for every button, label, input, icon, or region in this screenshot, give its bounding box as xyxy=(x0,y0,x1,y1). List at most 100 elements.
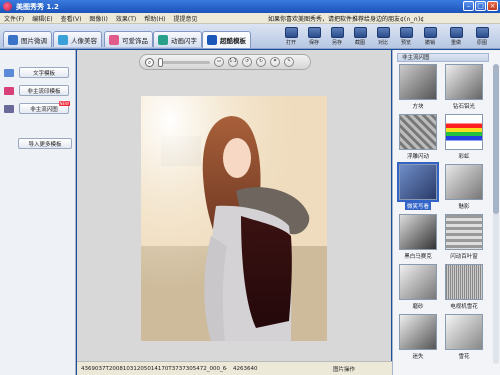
effect-item[interactable]: 钻石铝光 xyxy=(443,64,485,113)
text-template-icon xyxy=(4,68,14,77)
tab-portrait[interactable]: 人像美容 xyxy=(53,31,102,47)
zoom-slider-thumb[interactable] xyxy=(158,57,163,67)
effect-item[interactable]: 磨砂 xyxy=(397,264,439,313)
tab-image-adjust[interactable]: 图片微调 xyxy=(3,31,52,47)
zoom-toolbar: ⌕ ▭ 1:1 ↺ ↻ ⌗ ✎ xyxy=(139,54,311,70)
zoom-icon[interactable]: ⌕ xyxy=(145,57,154,67)
effect-thumbnail xyxy=(399,214,437,250)
tab-templates[interactable]: 超酷模板 xyxy=(202,31,251,48)
menu-view[interactable]: 查看(V) xyxy=(57,14,86,23)
effect-thumbnail xyxy=(399,314,437,350)
tab-label: 图片微调 xyxy=(21,36,47,45)
effect-thumbnail xyxy=(445,214,483,250)
new-badge: NEW xyxy=(58,101,70,106)
actual-size-button[interactable]: 1:1 xyxy=(228,57,238,67)
status-bar: 4369037T20081031205014170T3737305472_000… xyxy=(77,361,392,375)
effect-thumbnail xyxy=(445,164,483,200)
effect-item[interactable]: 雪花 xyxy=(443,314,485,363)
status-size: 4263640 xyxy=(233,365,258,372)
panel-header: 非主流闪图 xyxy=(397,53,489,62)
effect-item[interactable]: 微笑写看 xyxy=(397,162,439,213)
effect-thumbnail xyxy=(445,264,483,300)
app-icon xyxy=(3,2,12,11)
rotate-right-icon[interactable]: ↻ xyxy=(256,57,266,67)
animation-icon xyxy=(158,34,168,45)
image-canvas: ⌕ ▭ 1:1 ↺ ↻ ⌗ ✎ xyxy=(77,50,391,361)
effect-item[interactable]: 魅影 xyxy=(443,164,485,213)
crop-icon[interactable]: ⌗ xyxy=(270,57,280,67)
window-title: 美图秀秀 1.2 xyxy=(16,2,59,11)
undo-icon xyxy=(423,27,437,38)
effect-thumbnail xyxy=(445,64,483,100)
tab-decorations[interactable]: 可爱饰品 xyxy=(104,31,153,47)
menu-edit[interactable]: 编辑(E) xyxy=(28,14,56,23)
pen-icon[interactable]: ✎ xyxy=(284,57,294,67)
panel-scrollbar[interactable] xyxy=(493,64,499,364)
screenshot-icon xyxy=(353,27,367,38)
effect-thumbnail xyxy=(399,64,437,100)
menu-image[interactable]: 图像(I) xyxy=(85,14,111,23)
save-as-icon xyxy=(330,27,344,38)
text-template-button[interactable]: 文字模板 xyxy=(19,67,69,78)
redo-button[interactable]: 重做 xyxy=(446,27,466,47)
image-icon xyxy=(8,34,18,45)
menu-help[interactable]: 帮助(H) xyxy=(140,14,169,23)
status-operation: 图片操作 xyxy=(333,366,356,373)
import-templates-button[interactable]: 导入更多模板 xyxy=(18,138,72,149)
template-category-panel: 文字模板 非主流印模板 非主流闪图 NEW 导入更多模板 xyxy=(0,50,76,375)
preview-icon xyxy=(399,27,413,38)
tab-label: 可爱饰品 xyxy=(122,36,148,45)
tab-label: 动画闪字 xyxy=(171,36,197,45)
rotate-left-icon[interactable]: ↺ xyxy=(242,57,252,67)
recommend-marquee: 如果你喜欢美图秀秀，请把软件推荐给身边的朋友¢(∩_∩)¢ xyxy=(268,16,425,23)
original-icon xyxy=(475,27,489,38)
undo-button[interactable]: 撤销 xyxy=(420,27,440,47)
template-icon xyxy=(207,35,217,45)
face-icon xyxy=(58,34,68,45)
nonmainstream-print-button[interactable]: 非主流印模板 xyxy=(19,85,69,96)
zoom-slider[interactable] xyxy=(158,57,210,67)
screenshot-button[interactable]: 截图 xyxy=(350,27,370,47)
effect-item[interactable]: 电视机雪花 xyxy=(443,264,485,313)
effect-item[interactable]: 浮雕闪动 xyxy=(397,114,439,163)
main-toolbar: 图片微调 人像美容 可爱饰品 动画闪字 超酷模板 打开 保存 另存 截图 对比 … xyxy=(0,24,500,49)
title-bar: 美图秀秀 1.2 – □ × xyxy=(0,0,500,13)
decoration-icon xyxy=(109,34,119,45)
fit-button[interactable]: ▭ xyxy=(214,57,224,67)
effect-item[interactable]: 彩虹 xyxy=(443,114,485,163)
photo-preview xyxy=(141,96,327,341)
lips-icon xyxy=(4,86,14,95)
redo-icon xyxy=(449,27,463,38)
compare-icon xyxy=(376,27,390,38)
nonmainstream-flash-button[interactable]: 非主流闪图 NEW xyxy=(19,101,70,114)
tab-label: 人像美容 xyxy=(71,36,97,45)
effect-item[interactable]: 闪动百叶窗 xyxy=(443,214,485,263)
effect-thumbnail xyxy=(399,114,437,150)
save-button[interactable]: 保存 xyxy=(304,27,324,47)
tab-label: 超酷模板 xyxy=(220,37,246,45)
portrait-photo xyxy=(141,96,327,341)
menu-file[interactable]: 文件(F) xyxy=(0,14,28,23)
preview-button[interactable]: 预览 xyxy=(396,27,416,47)
close-button[interactable]: × xyxy=(487,1,498,11)
compare-button[interactable]: 对比 xyxy=(373,27,393,47)
original-image-button[interactable]: 原图 xyxy=(472,27,492,47)
effect-thumbnail xyxy=(445,114,483,150)
minimize-button[interactable]: – xyxy=(463,1,474,11)
effect-item[interactable]: 黑白马赛克 xyxy=(397,214,439,263)
open-button[interactable]: 打开 xyxy=(281,27,301,47)
menu-effects[interactable]: 效果(T) xyxy=(112,14,140,23)
effect-item[interactable]: 方块 xyxy=(397,64,439,113)
save-as-button[interactable]: 另存 xyxy=(327,27,347,47)
effect-thumbnail xyxy=(397,162,439,202)
status-filename: 4369037T20081031205014170T3737305472_000… xyxy=(81,365,227,372)
effect-thumbnail xyxy=(445,314,483,350)
menu-feedback[interactable]: 提提意见 xyxy=(169,14,201,23)
effect-item[interactable]: 迷失 xyxy=(397,314,439,363)
menu-bar: 文件(F) 编辑(E) 查看(V) 图像(I) 效果(T) 帮助(H) 提提意见… xyxy=(0,13,500,24)
folder-icon xyxy=(284,27,298,38)
maximize-button[interactable]: □ xyxy=(475,1,486,11)
effect-thumbnail xyxy=(399,264,437,300)
tab-animation[interactable]: 动画闪字 xyxy=(153,31,202,47)
scrollbar-thumb[interactable] xyxy=(493,64,499,214)
